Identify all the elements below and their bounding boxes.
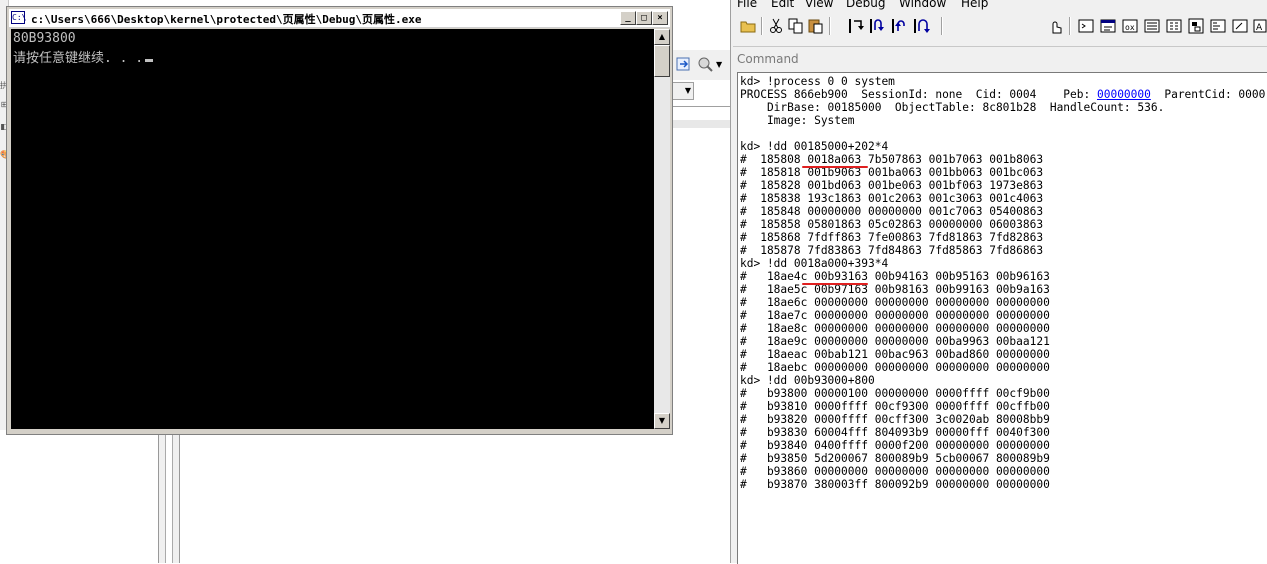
console-output[interactable]: 80B93800 请按任意键继续. . . bbox=[11, 29, 654, 429]
menu-file[interactable]: File bbox=[737, 0, 757, 10]
paste-icon[interactable] bbox=[807, 17, 825, 35]
output-line: # b93860 00000000 00000000 00000000 0000… bbox=[740, 465, 1050, 478]
debugger-window: File Edit View Debug Window Help ox A Co… bbox=[730, 0, 1267, 564]
font-icon[interactable]: A bbox=[1251, 17, 1267, 35]
output-line: # 185838 193c1863 001c2063 001c3063 001c… bbox=[740, 192, 1044, 205]
step-out-icon[interactable] bbox=[891, 17, 909, 35]
combo-arrow-icon: ▼ bbox=[684, 86, 691, 95]
output-line: # 185818 001b9063 001ba063 001bb063 001b… bbox=[740, 166, 1044, 179]
output-line: # 18ae4c 00b93163 00b94163 00b95163 00b9… bbox=[740, 270, 1050, 283]
command-window-icon[interactable] bbox=[1077, 17, 1095, 35]
command-window-title: Command bbox=[737, 52, 799, 66]
menu-edit[interactable]: Edit bbox=[771, 0, 794, 10]
scratch-pad-icon[interactable] bbox=[1231, 17, 1249, 35]
command-output[interactable]: kd> !process 0 0 system PROCESS 866eb900 … bbox=[737, 72, 1267, 564]
console-title-bar[interactable]: C:\ c:\Users\666\Desktop\kernel\protecte… bbox=[9, 9, 670, 28]
red-underline-annotation bbox=[801, 166, 868, 168]
cut-icon[interactable] bbox=[767, 17, 785, 35]
output-line: # 185858 05801863 05c02863 00000000 0600… bbox=[740, 218, 1044, 231]
output-line: # b93870 380003ff 800092b9 00000000 0000… bbox=[740, 478, 1050, 491]
menu-help[interactable]: Help bbox=[961, 0, 988, 10]
output-line: kd> !dd 0018a000+393*4 bbox=[740, 257, 889, 270]
output-line: kd> !dd 00185000+202*4 bbox=[740, 140, 889, 153]
background-vertical-splitter[interactable] bbox=[158, 432, 180, 563]
output-line: # 185808 0018a063 7b507863 001b7063 001b… bbox=[740, 153, 1044, 166]
output-line: # 18ae7c 00000000 00000000 00000000 0000… bbox=[740, 309, 1050, 322]
console-line-prompt: 请按任意键继续. . . bbox=[13, 47, 154, 66]
console-prompt-text: 请按任意键继续. . . bbox=[13, 51, 144, 66]
output-line: # 185848 00000000 00000000 001c7063 0540… bbox=[740, 205, 1044, 218]
background-toolbar: ▼ bbox=[672, 50, 730, 80]
navigate-icon[interactable] bbox=[676, 56, 692, 72]
minimize-button[interactable]: _ bbox=[620, 11, 636, 25]
output-line: DirBase: 00185000 ObjectTable: 8c801b28 … bbox=[740, 101, 1165, 114]
toolbar-separator bbox=[1069, 17, 1071, 35]
output-line: # 18ae5c 00b97163 00b98163 00b99163 00b9… bbox=[740, 283, 1050, 296]
peb-link[interactable]: 00000000 bbox=[1097, 88, 1151, 101]
find-icon[interactable] bbox=[696, 55, 714, 73]
toolbar-separator bbox=[761, 17, 763, 35]
output-line: # 18ae8c 00000000 00000000 00000000 0000… bbox=[740, 322, 1050, 335]
call-stack-icon[interactable] bbox=[1187, 17, 1205, 35]
output-line: # 18ae6c 00000000 00000000 00000000 0000… bbox=[740, 296, 1050, 309]
console-app-icon[interactable]: C:\ bbox=[11, 11, 26, 24]
source-mode-icon[interactable] bbox=[1047, 17, 1065, 35]
output-text: PROCESS 866eb900 SessionId: none Cid: 00… bbox=[740, 88, 1097, 101]
background-divider bbox=[672, 106, 730, 107]
output-line: # 185878 7fd83863 7fd84863 7fd85863 7fd8… bbox=[740, 244, 1044, 257]
menu-window[interactable]: Window bbox=[899, 0, 946, 10]
copy-icon[interactable] bbox=[787, 17, 805, 35]
output-line: PROCESS 866eb900 SessionId: none Cid: 00… bbox=[740, 88, 1265, 101]
menu-view[interactable]: View bbox=[805, 0, 833, 10]
red-underline-annotation bbox=[801, 283, 868, 285]
output-line: # b93820 0000ffff 00cff300 3c0020ab 8000… bbox=[740, 413, 1050, 426]
step-over-icon[interactable] bbox=[869, 17, 887, 35]
output-line: # b93800 00000100 00000000 0000ffff 00cf… bbox=[740, 387, 1050, 400]
output-line: # 18ae9c 00000000 00000000 00ba9963 00ba… bbox=[740, 335, 1050, 348]
run-to-cursor-icon[interactable] bbox=[913, 17, 931, 35]
disassembly-window-icon[interactable] bbox=[1209, 17, 1227, 35]
console-cursor bbox=[145, 59, 154, 62]
background-combo-box[interactable]: ▼ bbox=[672, 82, 694, 100]
menu-debug[interactable]: Debug bbox=[846, 0, 885, 10]
memory-window-icon[interactable] bbox=[1165, 17, 1183, 35]
background-splitter[interactable] bbox=[672, 120, 730, 128]
output-line: # 18aebc 00000000 00000000 00000000 0000… bbox=[740, 361, 1050, 374]
menu-bar: File Edit View Debug Window Help bbox=[731, 0, 1267, 12]
background-splitter-groove bbox=[165, 432, 173, 563]
console-vertical-scrollbar[interactable]: ▲ ▼ bbox=[654, 29, 670, 429]
close-button[interactable]: × bbox=[652, 11, 668, 25]
locals-window-icon[interactable]: ox bbox=[1121, 17, 1139, 35]
console-window: C:\ c:\Users\666\Desktop\kernel\protecte… bbox=[6, 6, 673, 435]
output-line: # b93810 0000ffff 00cf9300 0000ffff 00cf… bbox=[740, 400, 1050, 413]
console-title: c:\Users\666\Desktop\kernel\protected\页属… bbox=[31, 13, 422, 26]
registers-window-icon[interactable] bbox=[1143, 17, 1161, 35]
open-icon[interactable] bbox=[739, 17, 757, 35]
console-line-address: 80B93800 bbox=[13, 31, 76, 46]
watch-window-icon[interactable] bbox=[1099, 17, 1117, 35]
scroll-down-icon[interactable]: ▼ bbox=[654, 413, 670, 429]
output-text: ParentCid: 0000 bbox=[1150, 88, 1266, 101]
output-line: # b93830 60004fff 804093b9 00000fff 0040… bbox=[740, 426, 1050, 439]
maximize-button[interactable]: □ bbox=[636, 11, 652, 25]
scroll-thumb[interactable] bbox=[654, 45, 670, 77]
toolbar-separator bbox=[829, 17, 831, 35]
command-window-header[interactable]: Command bbox=[733, 46, 1267, 71]
scroll-up-icon[interactable]: ▲ bbox=[654, 29, 670, 45]
toolbar-dropdown-arrow-icon[interactable]: ▼ bbox=[716, 60, 722, 69]
output-line: # b93840 0400ffff 0000f200 00000000 0000… bbox=[740, 439, 1050, 452]
output-line: # 18aeac 00bab121 00bac963 00bad860 0000… bbox=[740, 348, 1050, 361]
toolbar-separator bbox=[941, 17, 943, 35]
output-line: # 185868 7fdff863 7fe00863 7fd81863 7fd8… bbox=[740, 231, 1044, 244]
step-into-icon[interactable] bbox=[847, 17, 865, 35]
output-line: kd> !dd 00b93000+800 bbox=[740, 374, 875, 387]
toolbar: ox A bbox=[731, 13, 1267, 39]
output-line: # 185828 001bd063 001be063 001bf063 1973… bbox=[740, 179, 1044, 192]
output-line: # b93850 5d200067 800089b9 5cb00067 8000… bbox=[740, 452, 1050, 465]
output-line: kd> !process 0 0 system bbox=[740, 75, 895, 88]
svg-text:ox: ox bbox=[1125, 23, 1135, 32]
output-line: Image: System bbox=[740, 114, 855, 127]
svg-text:A: A bbox=[1256, 23, 1263, 33]
